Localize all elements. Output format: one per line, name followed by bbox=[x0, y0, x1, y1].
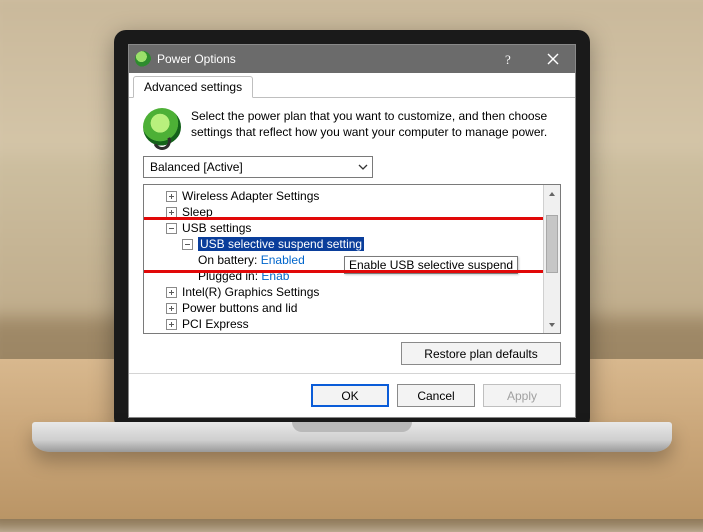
expand-icon[interactable] bbox=[166, 303, 177, 314]
apply-button[interactable]: Apply bbox=[483, 384, 561, 407]
scroll-up-button[interactable] bbox=[544, 185, 560, 202]
tree-label-selected: USB selective suspend setting bbox=[198, 237, 364, 251]
tab-strip: Advanced settings bbox=[129, 73, 575, 98]
settings-tree-container: Wireless Adapter Settings Sleep USB sett… bbox=[143, 184, 561, 334]
tree-item-usb-settings[interactable]: USB settings bbox=[144, 220, 543, 236]
svg-text:?: ? bbox=[505, 52, 511, 66]
collapse-icon[interactable] bbox=[182, 239, 193, 250]
tree-label: PCI Express bbox=[182, 317, 249, 331]
expand-icon[interactable] bbox=[166, 287, 177, 298]
power-plan-icon bbox=[143, 108, 181, 146]
tree-item-intel-graphics[interactable]: Intel(R) Graphics Settings bbox=[144, 284, 543, 300]
laptop-base bbox=[32, 422, 672, 452]
window-title: Power Options bbox=[157, 52, 487, 66]
tree-label: Wireless Adapter Settings bbox=[182, 189, 319, 203]
tree-item-power-buttons[interactable]: Power buttons and lid bbox=[144, 300, 543, 316]
screen-bezel: Power Options ? Advanced settings bbox=[128, 44, 576, 416]
tree-item-sleep[interactable]: Sleep bbox=[144, 204, 543, 220]
ok-button[interactable]: OK bbox=[311, 384, 389, 407]
power-plan-value: Balanced [Active] bbox=[150, 160, 358, 174]
help-icon: ? bbox=[502, 52, 516, 66]
tooltip: Enable USB selective suspend bbox=[344, 256, 518, 274]
chevron-down-icon bbox=[358, 162, 368, 172]
tree-scrollbar[interactable] bbox=[543, 185, 560, 333]
power-options-icon bbox=[135, 51, 151, 67]
cancel-button[interactable]: Cancel bbox=[397, 384, 475, 407]
expand-icon[interactable] bbox=[166, 207, 177, 218]
close-icon bbox=[547, 53, 559, 65]
laptop-screen-frame: Power Options ? Advanced settings bbox=[114, 30, 590, 430]
restore-defaults-button[interactable]: Restore plan defaults bbox=[401, 342, 561, 365]
power-options-dialog: Power Options ? Advanced settings bbox=[128, 44, 576, 418]
tree-label: Power buttons and lid bbox=[182, 301, 297, 315]
description-text: Select the power plan that you want to c… bbox=[191, 108, 561, 146]
tab-advanced-settings[interactable]: Advanced settings bbox=[133, 76, 253, 98]
tree-label: Intel(R) Graphics Settings bbox=[182, 285, 319, 299]
power-plan-combobox[interactable]: Balanced [Active] bbox=[143, 156, 373, 178]
help-button[interactable]: ? bbox=[487, 45, 531, 73]
tree-label: Sleep bbox=[182, 205, 213, 219]
tree-item-pci-express[interactable]: PCI Express bbox=[144, 316, 543, 332]
tree-item-usb-selective[interactable]: USB selective suspend setting bbox=[144, 236, 543, 252]
scrollbar-thumb[interactable] bbox=[546, 215, 558, 273]
restore-row: Restore plan defaults bbox=[143, 342, 561, 365]
close-button[interactable] bbox=[531, 45, 575, 73]
setting-label: Plugged in: bbox=[198, 269, 258, 283]
titlebar: Power Options ? bbox=[129, 45, 575, 73]
collapse-icon[interactable] bbox=[166, 223, 177, 234]
expand-icon[interactable] bbox=[166, 191, 177, 202]
scroll-down-button[interactable] bbox=[544, 316, 560, 333]
tree-item-processor[interactable]: Processor power management bbox=[144, 332, 543, 333]
setting-label: On battery: bbox=[198, 253, 257, 267]
tree-label: USB settings bbox=[182, 221, 251, 235]
setting-value[interactable]: Enab bbox=[261, 269, 289, 283]
description-row: Select the power plan that you want to c… bbox=[143, 108, 561, 146]
expand-icon[interactable] bbox=[166, 319, 177, 330]
dialog-footer: OK Cancel Apply bbox=[129, 373, 575, 417]
tree-item-wireless[interactable]: Wireless Adapter Settings bbox=[144, 188, 543, 204]
setting-value[interactable]: Enabled bbox=[261, 253, 305, 267]
settings-tree[interactable]: Wireless Adapter Settings Sleep USB sett… bbox=[144, 185, 543, 333]
dialog-body: Select the power plan that you want to c… bbox=[129, 98, 575, 373]
laptop-hinge-notch bbox=[292, 422, 412, 432]
